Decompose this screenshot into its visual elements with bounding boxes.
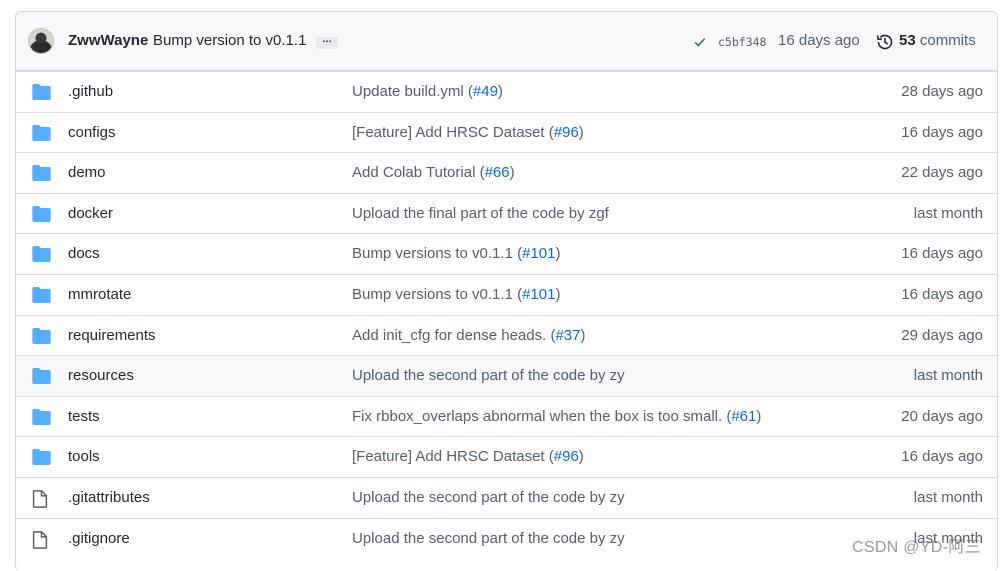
file-icon xyxy=(32,490,48,513)
commit-message-link[interactable]: Bump versions to v0.1.1 (#101) xyxy=(352,286,560,303)
file-name-link[interactable]: tools xyxy=(68,448,100,465)
folder-icon xyxy=(32,408,51,430)
file-row[interactable]: tests Fix rbbox_overlaps abnormal when th… xyxy=(16,395,997,437)
file-name-link[interactable]: requirements xyxy=(68,327,156,344)
commit-message-tail: ) xyxy=(580,326,586,344)
pull-request-link[interactable]: #61 xyxy=(731,408,756,425)
file-row[interactable]: mmrotate Bump versions to v0.1.1 (#101) 16… xyxy=(16,274,997,315)
commit-age: 16 days ago xyxy=(901,245,983,263)
file-row[interactable]: demo Add Colab Tutorial (#66) 22 days ago xyxy=(16,152,997,193)
commit-message-text[interactable]: Upload the second part of the code by zy xyxy=(352,530,625,547)
folder-icon xyxy=(32,205,51,227)
watermark: CSDN @YD-阿三 xyxy=(852,539,981,556)
commit-message-tail: ) xyxy=(555,286,561,303)
commit-message-text[interactable]: Upload the final part of the code by zgf xyxy=(352,205,609,222)
folder-icon xyxy=(32,165,51,186)
commit-message-link[interactable]: Bump version to v0.1.1 xyxy=(153,32,306,49)
commit-message-text[interactable]: Update build.yml ( xyxy=(352,83,473,100)
commit-age: 22 days ago xyxy=(901,164,983,182)
commit-message-link[interactable]: Upload the second part of the code by zy xyxy=(352,530,625,547)
commit-message-text[interactable]: [Feature] Add HRSC Dataset ( xyxy=(352,448,554,465)
file-name-link[interactable]: docs xyxy=(68,245,100,262)
file-browser: ZwwWayne Bump version to v0.1.1 … c5bf34… xyxy=(15,11,998,571)
history-icon[interactable] xyxy=(876,33,894,51)
commit-message-tail: ) xyxy=(509,164,515,182)
commit-message-link[interactable]: Upload the second part of the code by zy xyxy=(352,489,625,506)
commit-message-link[interactable]: Upload the final part of the code by zgf xyxy=(352,205,609,222)
pull-request-link[interactable]: #96 xyxy=(554,448,579,465)
folder-icon xyxy=(32,84,51,105)
file-name-link[interactable]: configs xyxy=(68,124,116,141)
file-row[interactable]: requirements Add init_cfg for dense heads… xyxy=(16,314,997,356)
file-name-link[interactable]: tests xyxy=(68,408,100,425)
avatar[interactable] xyxy=(28,28,54,54)
folder-icon xyxy=(32,368,51,389)
commit-age: 16 days ago xyxy=(901,286,983,303)
commit-message-link[interactable]: Fix rbbox_overlaps abnormal when the box… xyxy=(352,408,761,425)
commit-message-link[interactable]: Add Colab Tutorial (#66) xyxy=(352,164,515,181)
pull-request-link[interactable]: #101 xyxy=(522,286,555,303)
pull-request-link[interactable]: #66 xyxy=(485,164,510,181)
commit-message-tail: ) xyxy=(555,245,561,263)
file-row[interactable]: .github Update build.yml (#49) 28 days ago xyxy=(16,71,997,112)
pull-request-link[interactable]: #96 xyxy=(554,124,579,141)
folder-icon xyxy=(32,449,51,470)
commit-age: 29 days ago xyxy=(901,326,983,344)
file-row[interactable]: .gitattributes Upload the second part of … xyxy=(16,477,997,518)
commit-message-tail: ) xyxy=(497,83,503,100)
commit-message-text[interactable]: [Feature] Add HRSC Dataset ( xyxy=(352,124,554,141)
folder-icon xyxy=(32,287,51,308)
commit-age: 20 days ago xyxy=(901,407,983,425)
commit-age: 16 days ago xyxy=(901,448,983,466)
pull-request-link[interactable]: #49 xyxy=(473,83,498,100)
file-name-link[interactable]: resources xyxy=(68,367,134,384)
file-row[interactable]: resources Upload the second part of the c… xyxy=(16,355,997,397)
commit-age: last month xyxy=(913,204,983,222)
folder-icon xyxy=(32,327,51,349)
commit-message-link[interactable]: Update build.yml (#49) xyxy=(352,83,503,100)
commits-link[interactable]: 53 commits xyxy=(899,32,976,49)
commit-message-link[interactable]: Upload the second part of the code by zy xyxy=(352,367,625,384)
file-row[interactable]: docs Bump versions to v0.1.1 (#101) 16 day… xyxy=(16,233,997,274)
commit-message-text[interactable]: Add init_cfg for dense heads. ( xyxy=(352,327,555,344)
commit-message-text[interactable]: Upload the second part of the code by zy xyxy=(352,489,625,506)
commit-message-text[interactable]: Bump versions to v0.1.1 ( xyxy=(352,286,522,303)
commit-message-tail: ) xyxy=(578,448,584,466)
commit-sha-link[interactable]: c5bf348 xyxy=(718,35,766,49)
commit-age: last month xyxy=(913,367,983,385)
commit-message-link[interactable]: Add init_cfg for dense heads. (#37) xyxy=(352,327,586,344)
expand-commit-button[interactable]: … xyxy=(316,35,338,49)
commit-age: last month xyxy=(913,489,983,506)
commit-message-text[interactable]: Fix rbbox_overlaps abnormal when the box… xyxy=(352,408,731,425)
commit-message-text[interactable]: Upload the second part of the code by zy xyxy=(352,367,625,384)
commit-age: 28 days ago xyxy=(901,83,983,100)
commit-age: 16 days ago xyxy=(901,123,983,141)
file-row[interactable]: configs [Feature] Add HRSC Dataset (#96) 1… xyxy=(16,111,997,153)
file-row[interactable]: docker Upload the final part of the code … xyxy=(16,192,997,234)
folder-icon xyxy=(32,246,51,267)
file-name-link[interactable]: demo xyxy=(68,164,106,181)
folder-icon xyxy=(32,124,51,146)
file-icon xyxy=(32,530,48,554)
file-row[interactable]: .gitignore Upload the second part of the … xyxy=(16,517,997,559)
file-name-link[interactable]: docker xyxy=(68,205,113,222)
commit-message-link[interactable]: [Feature] Add HRSC Dataset (#96) xyxy=(352,448,584,465)
pull-request-link[interactable]: #37 xyxy=(555,327,580,344)
commit-time: 16 days ago xyxy=(778,32,860,49)
file-name-link[interactable]: .github xyxy=(68,83,113,100)
check-icon[interactable] xyxy=(693,35,707,49)
commit-message-text[interactable]: Bump versions to v0.1.1 ( xyxy=(352,245,522,262)
latest-commit-bar: ZwwWayne Bump version to v0.1.1 … c5bf34… xyxy=(16,12,997,71)
file-name-link[interactable]: .gitattributes xyxy=(68,489,150,506)
file-name-link[interactable]: mmrotate xyxy=(68,286,131,303)
commit-message-tail: ) xyxy=(578,123,584,141)
pull-request-link[interactable]: #101 xyxy=(522,245,555,262)
file-name-link[interactable]: .gitignore xyxy=(68,530,130,547)
commit-author-link[interactable]: ZwwWayne xyxy=(68,32,148,49)
commit-message-text[interactable]: Add Colab Tutorial ( xyxy=(352,164,485,181)
file-row[interactable]: tools [Feature] Add HRSC Dataset (#96) 16 … xyxy=(16,436,997,477)
commit-message-tail: ) xyxy=(756,407,762,425)
commit-message-link[interactable]: [Feature] Add HRSC Dataset (#96) xyxy=(352,124,584,141)
commit-message-link[interactable]: Bump versions to v0.1.1 (#101) xyxy=(352,245,560,262)
